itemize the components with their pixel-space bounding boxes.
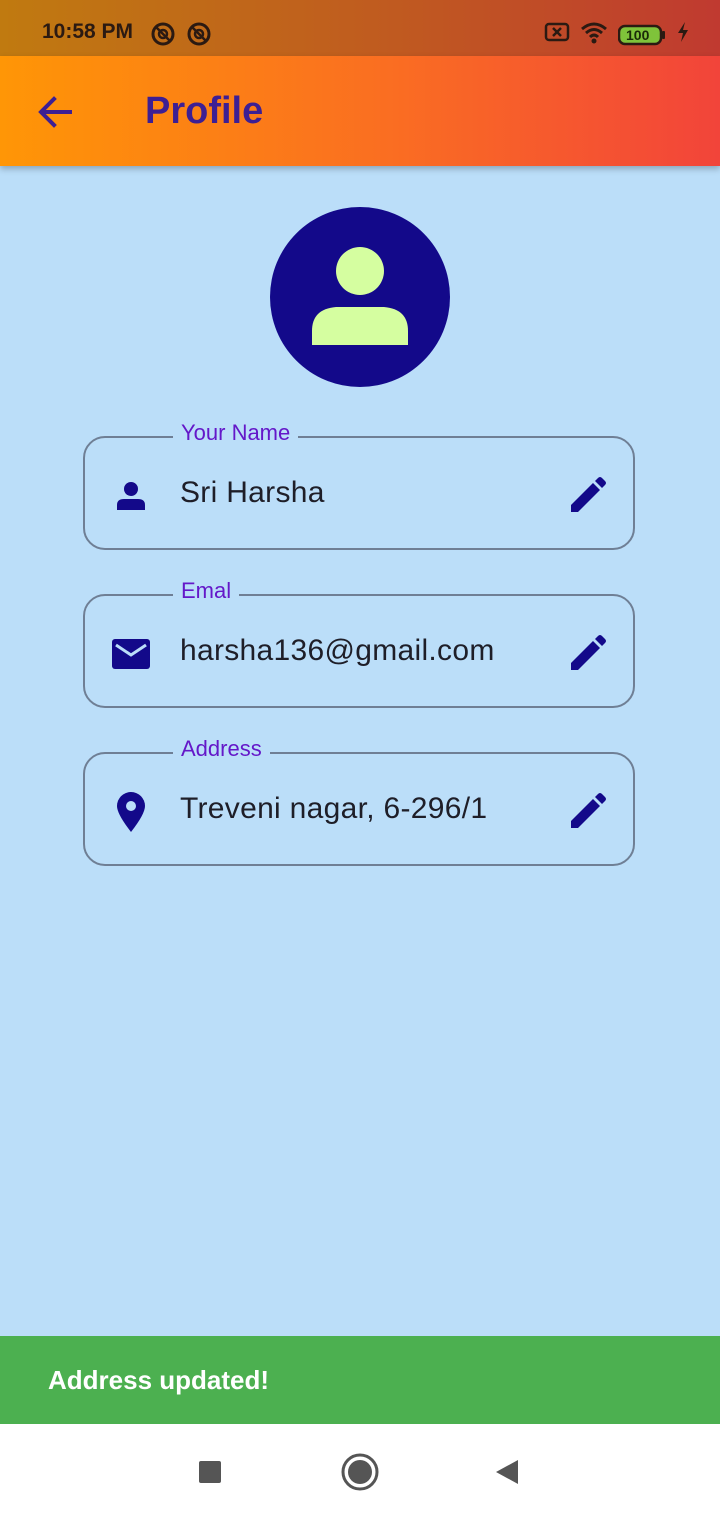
- edit-name-button[interactable]: [565, 474, 609, 518]
- battery-level: 100: [626, 26, 650, 43]
- recents-button[interactable]: [190, 1452, 230, 1492]
- email-field-label: Emal: [173, 578, 240, 604]
- name-value: Sri Harsha: [180, 476, 325, 509]
- name-field[interactable]: Your Name Sri Harsha: [83, 420, 635, 550]
- edit-icon: [571, 635, 606, 670]
- snackbar-message: Address updated!: [48, 1365, 270, 1395]
- recents-icon: [199, 1461, 221, 1483]
- email-value: harsha136@gmail.com: [180, 634, 495, 667]
- page-title: Profile: [145, 90, 264, 132]
- battery-icon: 100: [618, 24, 666, 46]
- edit-email-button[interactable]: [565, 632, 609, 676]
- avatar: [270, 207, 450, 387]
- location-pin-icon: [109, 790, 153, 834]
- address-field-label: Address: [173, 736, 270, 762]
- app-bar: Profile: [0, 56, 720, 166]
- sync-icon: [186, 21, 212, 52]
- name-field-label: Your Name: [173, 420, 299, 446]
- charging-icon: [676, 21, 690, 48]
- edit-icon: [571, 477, 606, 512]
- sync-icon: [150, 21, 176, 52]
- mail-icon: [109, 632, 153, 676]
- snackbar: Address updated!: [0, 1336, 720, 1424]
- home-button[interactable]: [340, 1452, 380, 1492]
- sim-off-icon: [544, 21, 570, 48]
- person-icon: [312, 247, 408, 345]
- back-icon: [496, 1460, 518, 1484]
- status-time: 10:58 PM: [42, 20, 134, 43]
- person-icon: [109, 474, 153, 518]
- status-bar: 10:58 PM 100: [0, 0, 720, 56]
- arrow-back-icon: [38, 96, 72, 128]
- home-icon: [341, 1453, 379, 1491]
- edit-icon: [571, 793, 606, 828]
- back-button[interactable]: [34, 90, 78, 134]
- email-field[interactable]: Emal harsha136@gmail.com: [83, 578, 635, 708]
- wifi-icon: [580, 20, 608, 49]
- nav-back-button[interactable]: [488, 1452, 528, 1492]
- address-field[interactable]: Address Treveni nagar, 6-296/1: [83, 736, 635, 866]
- edit-address-button[interactable]: [565, 790, 609, 834]
- system-nav-bar: [0, 1424, 720, 1520]
- address-value: Treveni nagar, 6-296/1: [180, 792, 488, 825]
